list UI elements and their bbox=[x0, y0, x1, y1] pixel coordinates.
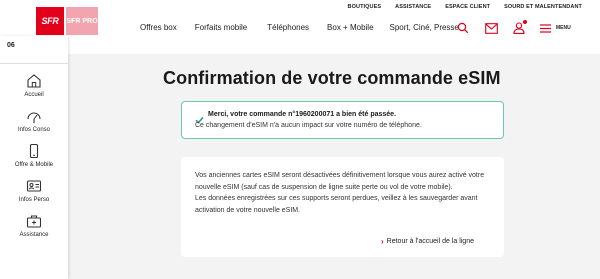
back-link-label: Retour à l'accueil de la ligne bbox=[386, 238, 474, 245]
site-header: SFR SFR PRO BOUTIQUES ASSISTANCE ESPACE … bbox=[0, 0, 600, 54]
sidebar-item-assistance[interactable]: Assistance bbox=[0, 212, 68, 238]
main-nav: Offres box Forfaits mobile Téléphones Bo… bbox=[140, 23, 459, 32]
top-link-boutiques[interactable]: BOUTIQUES bbox=[348, 4, 382, 10]
nav-forfaits-mobile[interactable]: Forfaits mobile bbox=[195, 23, 247, 32]
mail-icon[interactable] bbox=[483, 20, 499, 36]
top-link-espace-client[interactable]: ESPACE CLIENT bbox=[445, 4, 490, 10]
sidebar-item-label: Infos Conso bbox=[17, 127, 51, 133]
notification-dot bbox=[523, 20, 527, 24]
home-icon bbox=[25, 72, 43, 90]
gauge-icon bbox=[25, 107, 43, 125]
nav-sport-cine-presse[interactable]: Sport, Ciné, Presse bbox=[390, 23, 459, 32]
search-icon[interactable] bbox=[455, 20, 471, 36]
sidebar-item-label: Accueil bbox=[24, 92, 44, 98]
menu-label[interactable]: MENU bbox=[556, 25, 571, 31]
sidebar: 06 Accueil Infos Conso Offre & Mobile In… bbox=[0, 36, 68, 279]
menu-icon[interactable] bbox=[537, 20, 553, 36]
sfr-logo[interactable]: SFR bbox=[36, 7, 64, 35]
sidebar-item-infos-perso[interactable]: Infos Perso bbox=[0, 177, 68, 203]
line-number[interactable]: 06 bbox=[7, 42, 15, 49]
info-text: Vos anciennes cartes eSIM seront désacti… bbox=[195, 170, 495, 216]
phone-icon bbox=[25, 142, 43, 160]
top-link-sourd-malentendant[interactable]: SOURD ET MALENTENDANT bbox=[504, 4, 582, 10]
success-subtitle: Ce changement d'eSIM n'a aucun impact su… bbox=[195, 122, 422, 129]
sidebar-item-label: Offre & Mobile bbox=[14, 162, 54, 168]
top-link-assistance[interactable]: ASSISTANCE bbox=[395, 4, 431, 10]
info-paragraph-1: Vos anciennes cartes eSIM seront désacti… bbox=[195, 172, 485, 191]
user-icon[interactable] bbox=[511, 20, 527, 36]
nav-offres-box[interactable]: Offres box bbox=[140, 23, 177, 32]
toolbox-icon bbox=[25, 212, 43, 230]
nav-box-mobile[interactable]: Box + Mobile bbox=[327, 23, 373, 32]
sidebar-item-label: Assistance bbox=[19, 232, 49, 238]
id-card-icon bbox=[25, 177, 43, 195]
top-links: BOUTIQUES ASSISTANCE ESPACE CLIENT SOURD… bbox=[348, 4, 582, 10]
chevron-right-icon: › bbox=[380, 237, 384, 246]
sidebar-item-offre-mobile[interactable]: Offre & Mobile bbox=[0, 142, 68, 168]
sidebar-item-accueil[interactable]: Accueil bbox=[0, 72, 68, 98]
sidebar-divider bbox=[0, 63, 68, 64]
sidebar-item-infos-conso[interactable]: Infos Conso bbox=[0, 107, 68, 133]
info-paragraph-2: Les données enregistrées sur ces support… bbox=[195, 195, 478, 214]
sfr-pro-logo[interactable]: SFR PRO bbox=[66, 7, 98, 35]
sidebar-item-label: Infos Perso bbox=[18, 197, 50, 203]
nav-telephones[interactable]: Téléphones bbox=[267, 23, 309, 32]
back-to-home-link[interactable]: › Retour à l'accueil de la ligne bbox=[381, 237, 474, 246]
success-message: Merci, votre commande n°1960200071 a bie… bbox=[181, 101, 504, 139]
page-title: Confirmation de votre commande eSIM bbox=[163, 68, 501, 88]
success-title: Merci, votre commande n°1960200071 a bie… bbox=[208, 111, 397, 118]
header-icons: MENU bbox=[455, 20, 571, 36]
info-card: Vos anciennes cartes eSIM seront désacti… bbox=[181, 157, 504, 257]
